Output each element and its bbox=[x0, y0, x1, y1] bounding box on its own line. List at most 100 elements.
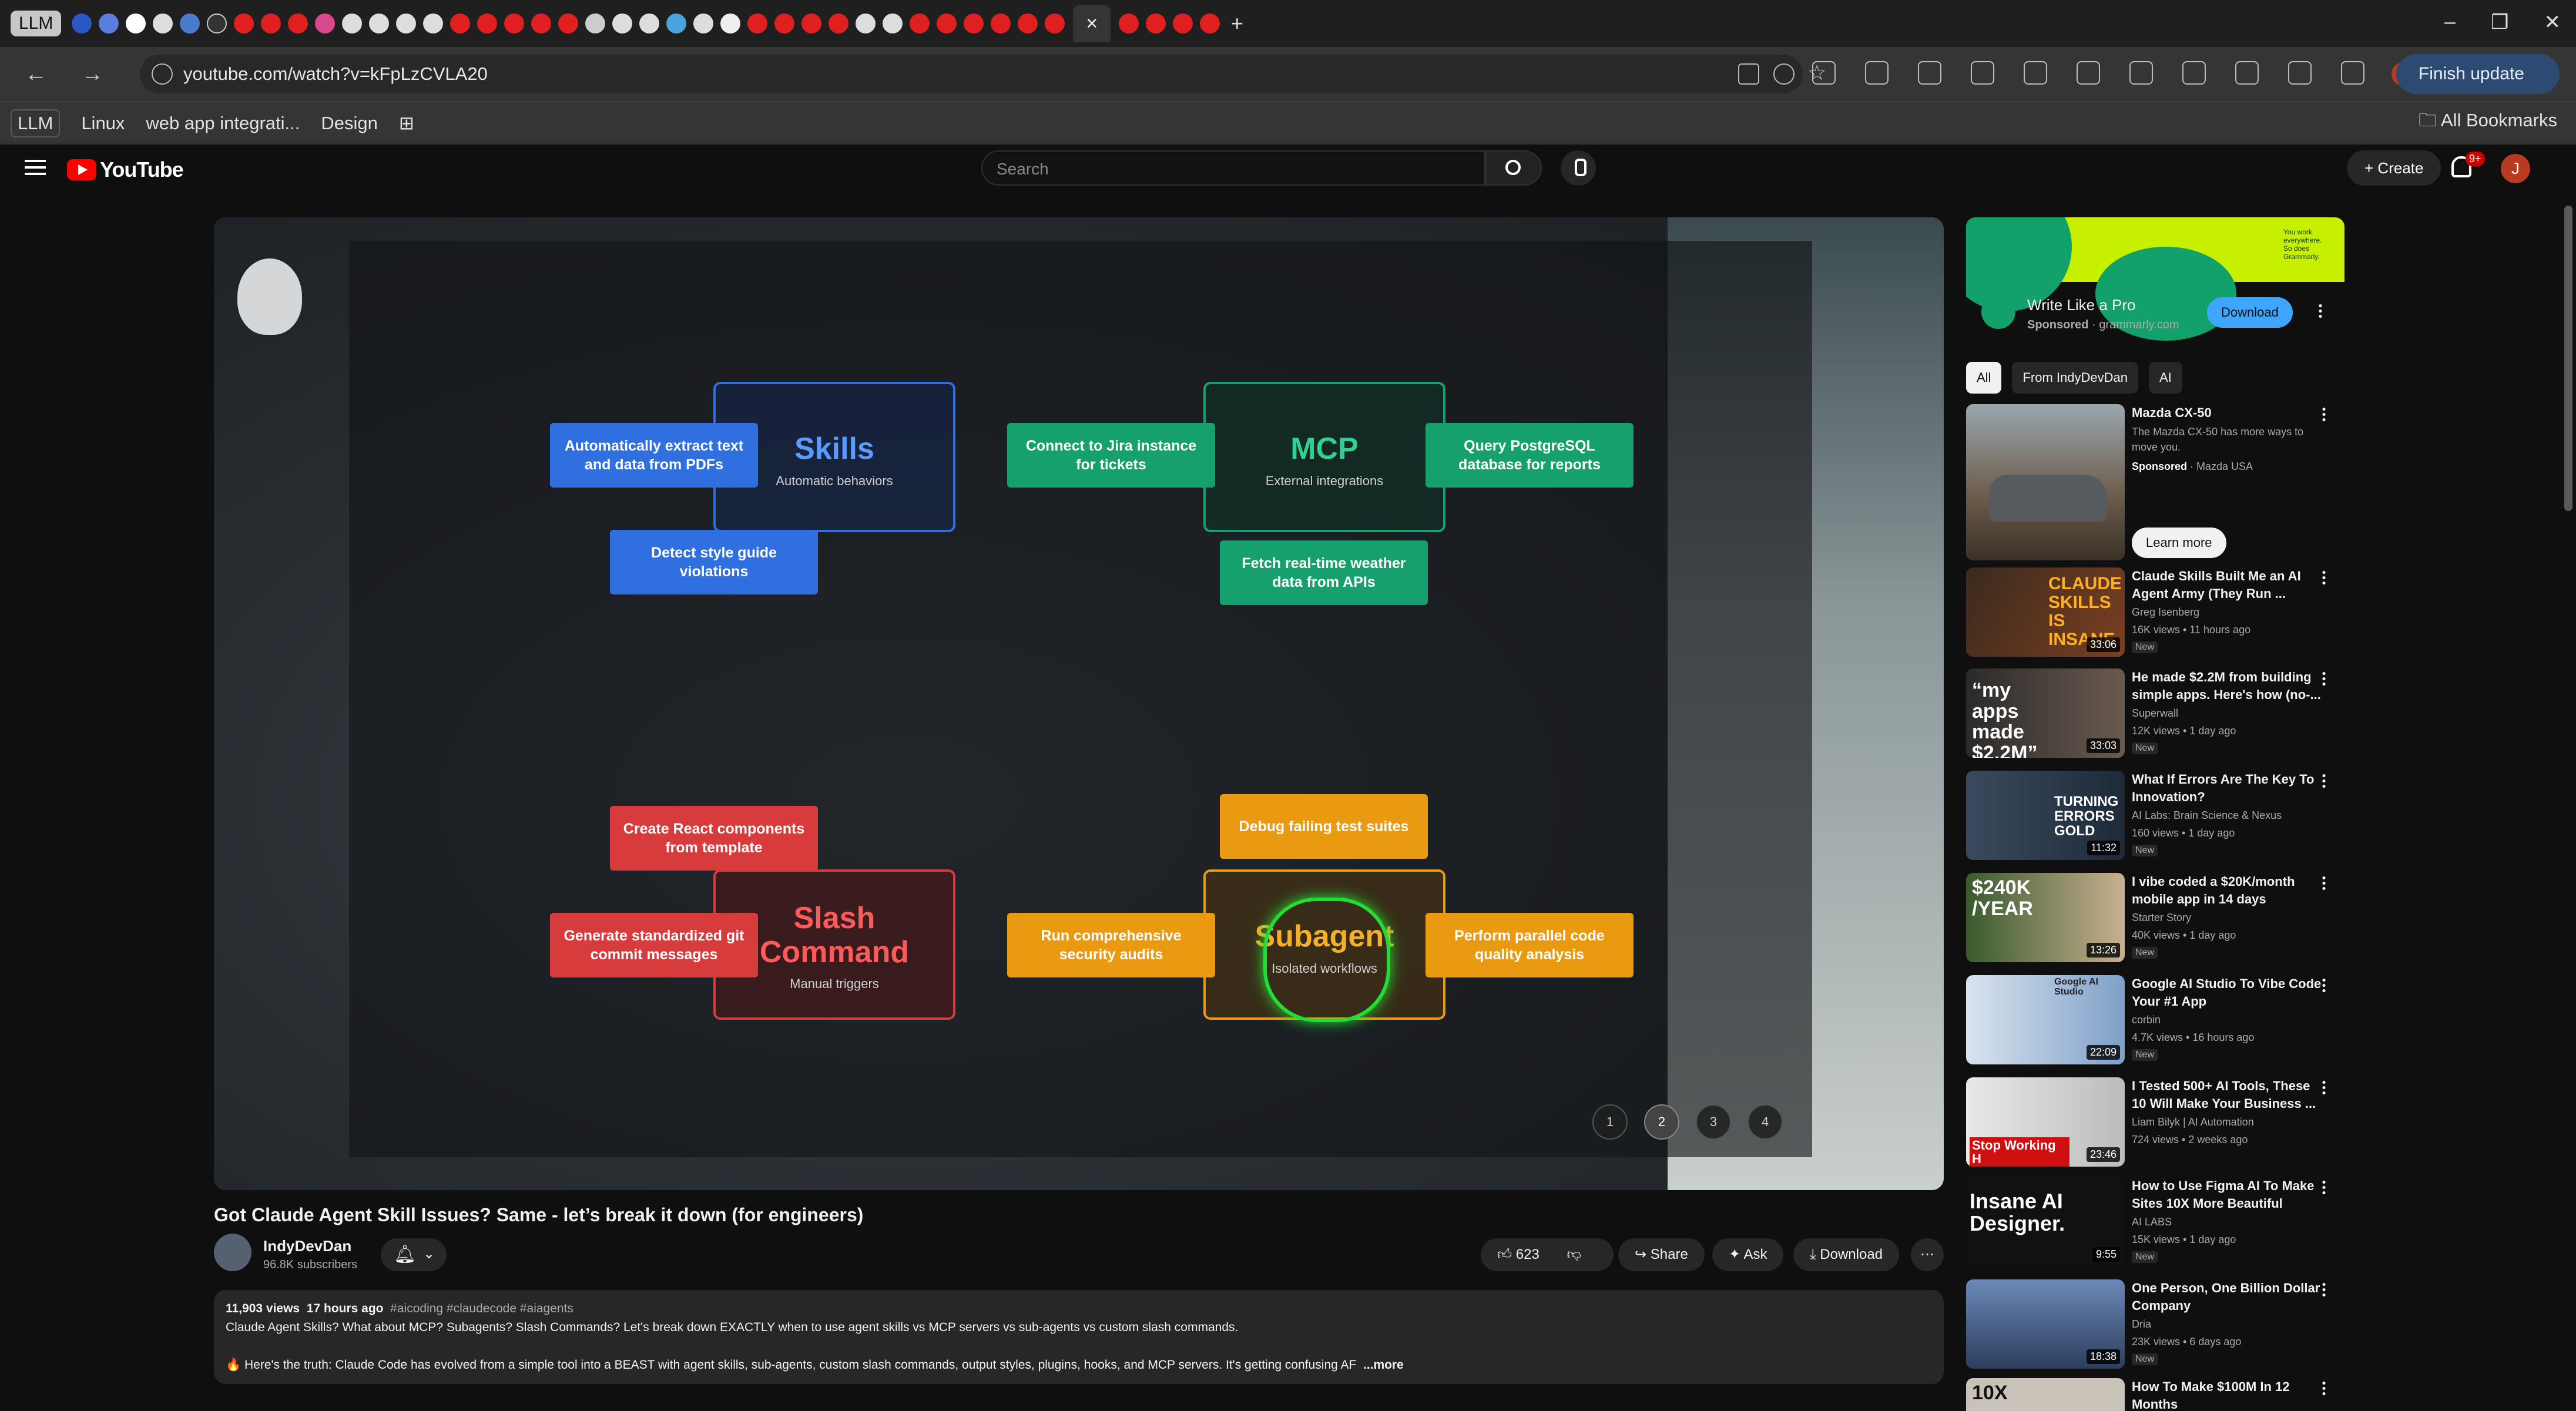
forward-icon[interactable]: → bbox=[72, 62, 113, 87]
rec-title[interactable]: How to Use Figma AI To Make Sites 10X Mo… bbox=[2132, 1177, 2326, 1212]
rec-title[interactable]: I vibe coded a $20K/month mobile app in … bbox=[2132, 873, 2326, 908]
github-icon[interactable] bbox=[639, 14, 660, 33]
rec-channel[interactable]: corbin bbox=[2132, 1014, 2161, 1026]
recommendation-item[interactable]: Google AI Studio 22:09 Google AI Studio … bbox=[1966, 975, 2354, 1069]
minimize-icon[interactable]: – bbox=[2444, 11, 2456, 34]
recommendation-item[interactable]: Stop Working H 23:46 I Tested 500+ AI To… bbox=[1966, 1077, 2354, 1171]
github-icon[interactable] bbox=[396, 14, 417, 33]
youtube-icon[interactable] bbox=[234, 14, 254, 33]
learn-more-button[interactable]: Learn more bbox=[2132, 528, 2226, 558]
video-player[interactable]: Skills Automatic behaviors Automatically… bbox=[214, 217, 1944, 1190]
filter-from-channel[interactable]: From IndyDevDan bbox=[2012, 362, 2138, 394]
youtube-icon[interactable] bbox=[1200, 14, 1220, 33]
share-button[interactable]: ↪ Share bbox=[1618, 1238, 1705, 1271]
youtube-icon[interactable] bbox=[450, 14, 471, 33]
bookmark-llm[interactable]: LLM bbox=[11, 109, 61, 137]
address-bar[interactable]: youtube.com/watch?v=kFpLzCVLA20 ☆ bbox=[140, 55, 1826, 93]
youtube-icon[interactable] bbox=[1045, 14, 1065, 33]
rec-title[interactable]: Google AI Studio To Vibe Code Your #1 Ap… bbox=[2132, 975, 2326, 1010]
youtube-icon[interactable] bbox=[477, 14, 498, 33]
video-thumbnail[interactable]: TURNING ERRORS GOLD 11:32 bbox=[1966, 771, 2125, 860]
bookmark-design[interactable]: Design bbox=[321, 113, 378, 134]
video-thumbnail[interactable] bbox=[1966, 404, 2125, 560]
link-icon[interactable] bbox=[1971, 61, 1994, 85]
page-button-2[interactable]: 2 bbox=[1644, 1104, 1679, 1140]
filter-all[interactable]: All bbox=[1966, 362, 2002, 394]
youtube-icon[interactable] bbox=[504, 14, 525, 33]
more-vert-icon[interactable] bbox=[2322, 875, 2326, 892]
active-tab-close-icon[interactable]: × bbox=[1073, 5, 1111, 42]
rec-channel[interactable]: Dria bbox=[2132, 1318, 2151, 1331]
recommendation-item[interactable]: “my apps made $2.2M” 33:03 He made $2.2M… bbox=[1966, 668, 2354, 762]
translate-icon[interactable] bbox=[2129, 61, 2153, 85]
channel-name[interactable]: IndyDevDan bbox=[263, 1237, 351, 1255]
download-icon[interactable] bbox=[2077, 61, 2100, 85]
youtube-icon[interactable] bbox=[288, 14, 308, 33]
more-vert-icon[interactable] bbox=[2322, 406, 2326, 423]
video-thumbnail[interactable]: 10X bbox=[1966, 1378, 2125, 1411]
more-actions-button[interactable]: ⋯ bbox=[1911, 1238, 1944, 1271]
filter-ai[interactable]: AI bbox=[2148, 362, 2182, 394]
more-vert-icon[interactable] bbox=[2322, 1080, 2326, 1096]
page-button-1[interactable]: 1 bbox=[1592, 1104, 1628, 1140]
rec-title[interactable]: He made $2.2M from building simple apps.… bbox=[2132, 668, 2326, 704]
video-thumbnail[interactable]: CLAUDE SKILLS IS INSANE 33:06 bbox=[1966, 567, 2125, 657]
rec-title[interactable]: What If Errors Are The Key To Innovation… bbox=[2132, 771, 2326, 806]
sidepanel-icon[interactable] bbox=[2288, 61, 2312, 85]
sidebar-ad[interactable]: You work everywhere. So does Grammarly. … bbox=[1966, 217, 2344, 348]
more-vert-icon[interactable] bbox=[2322, 1180, 2326, 1196]
youtube-icon[interactable] bbox=[1146, 14, 1166, 33]
github-icon[interactable] bbox=[369, 14, 390, 33]
youtube-icon[interactable] bbox=[261, 14, 281, 33]
shield-icon[interactable] bbox=[72, 14, 92, 33]
video-thumbnail[interactable]: “my apps made $2.2M” 33:03 bbox=[1966, 668, 2125, 758]
youtube-icon[interactable] bbox=[801, 14, 822, 33]
tab-favicon[interactable] bbox=[99, 14, 119, 33]
apps-grid-icon[interactable]: ⊞ bbox=[399, 113, 414, 134]
more-vert-icon[interactable] bbox=[2322, 773, 2326, 790]
search-button[interactable] bbox=[1485, 150, 1542, 186]
youtube-icon[interactable] bbox=[829, 14, 849, 33]
recommendation-item[interactable]: Insane AI Designer. 9:55 How to Use Figm… bbox=[1966, 1177, 2354, 1271]
recommendation-item[interactable]: $240K /YEAR 13:26 I vibe coded a $20K/mo… bbox=[1966, 873, 2354, 967]
more-vert-icon[interactable] bbox=[2322, 1380, 2326, 1397]
dislike-button[interactable]: 👎︎ bbox=[1567, 1247, 1581, 1262]
like-button[interactable]: 👍︎ 623 bbox=[1497, 1247, 1539, 1262]
tab-favicon[interactable] bbox=[180, 14, 200, 33]
tab-group-label[interactable]: LLM bbox=[11, 11, 62, 36]
github-icon[interactable] bbox=[856, 14, 876, 33]
menu-icon[interactable] bbox=[25, 160, 46, 175]
page-button-4[interactable]: 4 bbox=[1747, 1104, 1783, 1140]
youtube-icon[interactable] bbox=[531, 14, 552, 33]
youtube-icon[interactable] bbox=[910, 14, 930, 33]
github-icon[interactable] bbox=[423, 14, 444, 33]
rec-title[interactable]: One Person, One Billion Dollar Company bbox=[2132, 1279, 2326, 1315]
extension-icon[interactable] bbox=[1865, 61, 1889, 85]
recommendation-item[interactable]: 10X How To Make $100M In 12 Months bbox=[1966, 1378, 2354, 1411]
video-thumbnail[interactable]: 18:38 bbox=[1966, 1279, 2125, 1369]
puzzle-icon[interactable] bbox=[1918, 61, 1941, 85]
rec-channel[interactable]: AI LABS bbox=[2132, 1216, 2172, 1228]
screen-icon[interactable] bbox=[2235, 61, 2259, 85]
rec-title[interactable]: Claude Skills Built Me an AI Agent Army … bbox=[2132, 567, 2326, 603]
rec-channel[interactable]: Liam Bilyk | AI Automation bbox=[2132, 1116, 2254, 1128]
tab-favicon[interactable] bbox=[693, 14, 714, 33]
tab-favicon[interactable] bbox=[126, 14, 146, 33]
youtube-icon[interactable] bbox=[1119, 14, 1139, 33]
video-thumbnail[interactable]: Stop Working H 23:46 bbox=[1966, 1077, 2125, 1167]
code-icon[interactable] bbox=[2182, 61, 2206, 85]
rec-channel[interactable]: Superwall bbox=[2132, 707, 2178, 720]
x-icon[interactable] bbox=[585, 14, 606, 33]
page-scrollbar[interactable] bbox=[2564, 206, 2572, 511]
video-thumbnail[interactable]: $240K /YEAR 13:26 bbox=[1966, 873, 2125, 962]
media-icon[interactable] bbox=[2341, 61, 2364, 85]
history-icon[interactable] bbox=[2024, 61, 2047, 85]
youtube-icon[interactable] bbox=[747, 14, 768, 33]
create-button[interactable]: + Create bbox=[2347, 150, 2441, 186]
tab-favicon[interactable] bbox=[315, 14, 336, 33]
bookmark-linux[interactable]: Linux bbox=[81, 113, 125, 134]
more-vert-icon[interactable] bbox=[2322, 1282, 2326, 1298]
youtube-icon[interactable] bbox=[937, 14, 957, 33]
recommendation-item[interactable]: CLAUDE SKILLS IS INSANE 33:06 Claude Ski… bbox=[1966, 567, 2354, 661]
url-text[interactable]: youtube.com/watch?v=kFpLzCVLA20 bbox=[183, 63, 488, 85]
